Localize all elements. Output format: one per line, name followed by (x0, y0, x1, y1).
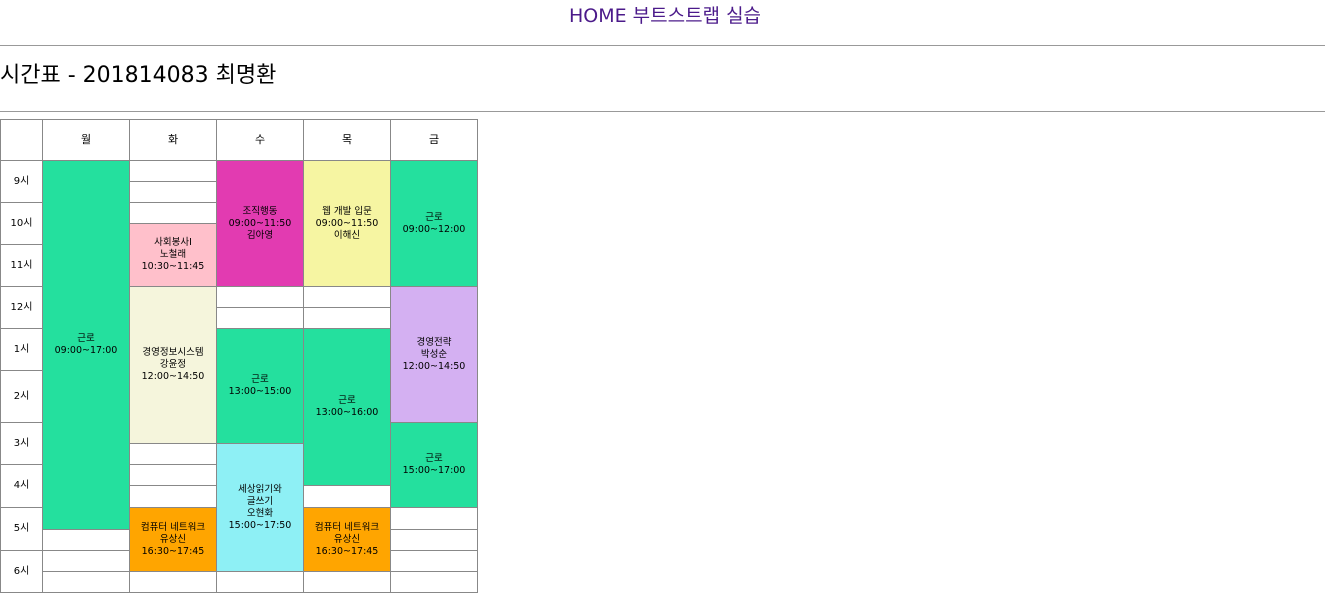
empty-slot (42, 529, 130, 551)
day-header: 목 (303, 119, 391, 161)
class-text-line: 김아영 (246, 229, 274, 241)
class-text-line: 09:00~17:00 (54, 345, 118, 356)
empty-slot (129, 464, 217, 486)
class-text-line: 16:30~17:45 (315, 545, 379, 557)
class-text-line: 근로 (251, 374, 269, 385)
day-header: 월 (42, 119, 130, 161)
time-row (1, 571, 478, 593)
class-block[interactable]: 세상읽기와 글쓰기 오현화 15:00~17:50 (216, 443, 304, 572)
empty-slot (216, 307, 304, 329)
class-block[interactable]: 컴퓨터 네트워크 유상신 16:30~17:45 (129, 507, 217, 572)
class-text-line: 13:00~16:00 (315, 407, 379, 418)
empty-slot (42, 550, 130, 572)
time-label: 12시 (0, 286, 43, 329)
class-block[interactable]: 근로 13:00~16:00 (303, 328, 391, 486)
empty-slot (129, 443, 217, 465)
class-block[interactable]: 컴퓨터 네트워크 유상신 16:30~17:45 (303, 507, 391, 572)
time-label: 1시 (0, 328, 43, 371)
class-block[interactable]: 사회봉사I 노철래 10:30~11:45 (129, 223, 217, 287)
empty-slot (303, 571, 391, 593)
empty-slot (129, 571, 217, 593)
title-divider (0, 111, 1325, 112)
timetable: 월 화 수 목 금 9시 근로 09:00~17:00 조직행동 09:00~11:50 김아영 웹 … (0, 119, 478, 593)
day-header: 수 (216, 119, 304, 161)
home-nav-link[interactable]: HOME 부트스트랩 실습 (0, 2, 1325, 30)
empty-slot (216, 286, 304, 308)
class-text-line: 16:30~17:45 (141, 545, 205, 557)
class-text-line: 10:30~11:45 (141, 261, 205, 272)
empty-slot (390, 529, 478, 551)
class-block[interactable]: 근로 09:00~17:00 (42, 160, 130, 530)
class-text-line: 09:00~11:50 (228, 217, 292, 229)
class-block[interactable]: 근로 13:00~15:00 (216, 328, 304, 444)
class-text-line: 박성순 (420, 348, 448, 360)
page-title: 시간표 - 201814083 최명환 (0, 63, 277, 88)
class-text-line: 12:00~14:50 (141, 371, 205, 382)
corner-header (0, 119, 43, 161)
class-text-line: 글쓰기 (246, 495, 274, 507)
class-block[interactable]: 근로 09:00~12:00 (390, 160, 478, 287)
class-text-line: 경영전략 (416, 336, 452, 348)
class-text-line: 이해신 (333, 229, 361, 241)
class-block[interactable]: 근로 15:00~17:00 (390, 422, 478, 508)
empty-slot (129, 160, 217, 182)
class-text-line: 사회봉사I (154, 237, 192, 248)
time-label: 4시 (0, 464, 43, 508)
empty-slot (303, 485, 391, 508)
time-label: 9시 (0, 160, 43, 203)
time-label: 6시 (0, 550, 43, 593)
top-divider (0, 45, 1325, 46)
empty-slot (216, 571, 304, 593)
class-text-line: 유상신 (333, 533, 361, 545)
empty-slot (303, 307, 391, 329)
empty-slot (129, 181, 217, 203)
class-text-line: 근로 (77, 333, 95, 344)
empty-slot (129, 202, 217, 224)
class-text-line: 강윤정 (159, 359, 187, 370)
time-label: 5시 (0, 507, 43, 551)
class-block[interactable]: 경영전략 박성순 12:00~14:50 (390, 286, 478, 423)
time-row: 9시 근로 09:00~17:00 조직행동 09:00~11:50 김아영 웹 개발 입문… (0, 160, 478, 530)
class-text-line: 오현화 (246, 507, 274, 519)
class-text-line: 근로 (338, 395, 356, 406)
time-label: 10시 (0, 202, 43, 245)
class-text-line: 노철래 (159, 249, 187, 260)
class-block[interactable]: 조직행동 09:00~11:50 김아영 (216, 160, 304, 287)
empty-slot (42, 571, 130, 593)
time-label: 2시 (0, 370, 43, 423)
day-header: 화 (129, 119, 217, 161)
class-text-line: 컴퓨터 네트워크 (314, 521, 380, 533)
empty-slot (390, 550, 478, 572)
time-label: 3시 (0, 422, 43, 465)
class-block[interactable]: 웹 개발 입문 09:00~11:50 이해신 (303, 160, 391, 287)
class-text-line: 세상읽기와 (238, 483, 282, 495)
empty-slot (390, 507, 478, 530)
day-header: 금 (390, 119, 478, 161)
class-text-line: 15:00~17:00 (402, 465, 466, 476)
empty-slot (129, 485, 217, 508)
class-text-line: 15:00~17:50 (228, 519, 292, 531)
class-text-line: 09:00~11:50 (315, 217, 379, 229)
class-block[interactable]: 경영정보시스템 강윤정 12:00~14:50 (129, 286, 217, 444)
empty-slot (390, 571, 478, 593)
class-text-line: 09:00~12:00 (402, 223, 466, 235)
class-text-line: 유상신 (159, 533, 187, 545)
class-text-line: 12:00~14:50 (402, 360, 466, 372)
class-text-line: 웹 개발 입문 (322, 205, 372, 217)
class-text-line: 근로 (425, 211, 443, 223)
class-text-line: 경영정보시스템 (142, 347, 204, 358)
class-text-line: 조직행동 (242, 205, 278, 217)
time-label: 11시 (0, 244, 43, 287)
class-text-line: 컴퓨터 네트워크 (140, 521, 206, 533)
class-text-line: 13:00~15:00 (228, 386, 292, 397)
class-text-line: 근로 (425, 453, 443, 464)
empty-slot (303, 286, 391, 308)
